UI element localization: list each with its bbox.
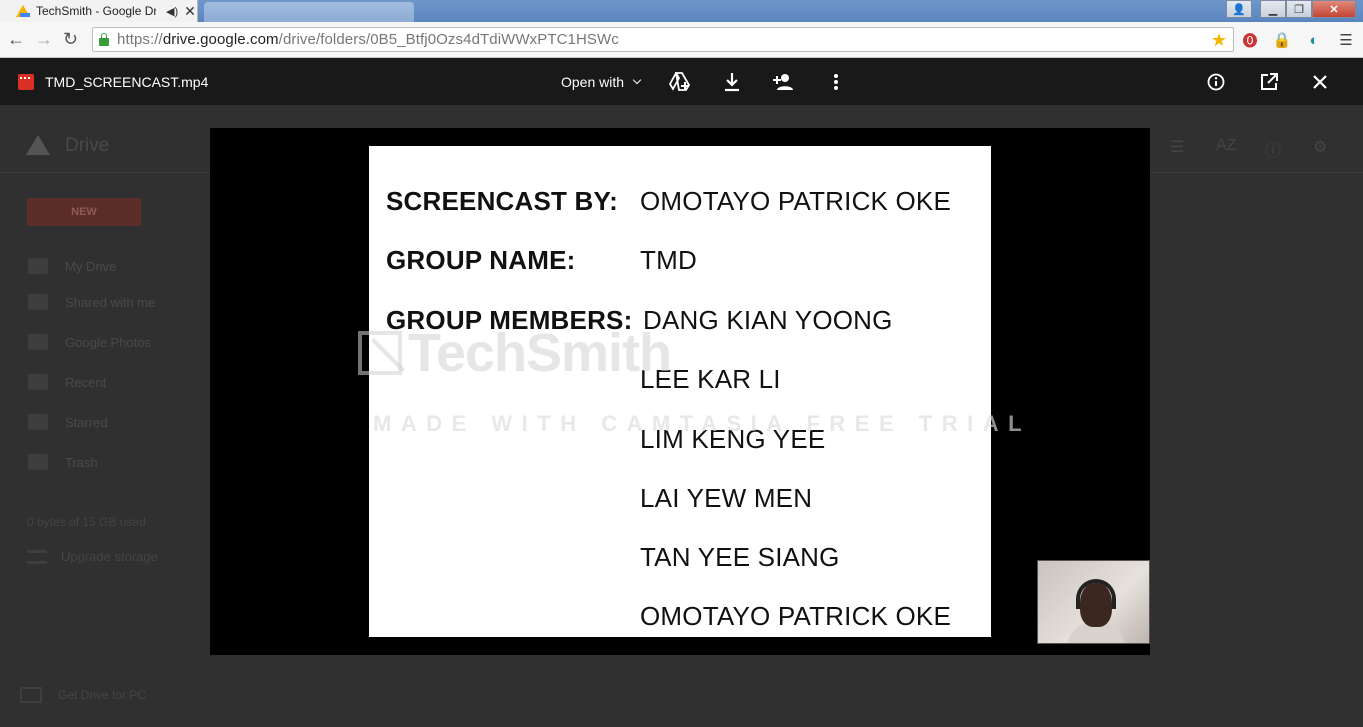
sidebar-item-recent[interactable]: Recent: [28, 374, 106, 390]
window-close-button[interactable]: ✕: [1312, 0, 1356, 18]
share-icon[interactable]: [772, 71, 796, 93]
add-to-drive-icon[interactable]: [668, 71, 692, 93]
member-name: TAN YEE SIANG: [640, 542, 840, 572]
open-new-window-icon[interactable]: [1257, 71, 1281, 93]
camtasia-watermark-text: MADE WITH CAMTASIA FREE TRIAL: [373, 411, 1032, 436]
user-profile-icon[interactable]: 👤: [1226, 0, 1252, 18]
video-frame-slide: SCREENCAST BY: OMOTAYO PATRICK OKE GROUP…: [369, 146, 991, 637]
screencast-label: SCREENCAST BY:: [386, 186, 619, 216]
sidebar-item-photos[interactable]: Google Photos: [28, 334, 151, 350]
sort-az-icon[interactable]: AZ: [1216, 137, 1236, 155]
screencast-value: OMOTAYO PATRICK OKE: [640, 186, 952, 216]
extension-icon-3[interactable]: ◐: [1304, 31, 1324, 49]
sidebar-item-my-drive[interactable]: My Drive: [28, 258, 116, 274]
address-bar[interactable]: https://drive.google.com/drive/folders/0…: [92, 27, 1234, 52]
download-icon[interactable]: [720, 71, 744, 93]
sidebar-item-trash[interactable]: Trash: [28, 454, 98, 470]
bookmark-star-icon[interactable]: ★: [1211, 30, 1227, 51]
group-name-value: TMD: [640, 245, 697, 275]
techsmith-logo-icon: [358, 331, 402, 375]
back-arrow-icon[interactable]: ←: [7, 30, 25, 48]
trash-icon: [28, 454, 48, 470]
settings-gear-icon[interactable]: ⚙: [1313, 137, 1327, 157]
drive-title: Drive: [65, 135, 110, 156]
star-icon: [28, 414, 48, 430]
storage-icon: [27, 549, 47, 564]
reload-icon[interactable]: ↻: [63, 30, 78, 48]
list-view-icon[interactable]: ☰: [1170, 137, 1184, 157]
video-player[interactable]: SCREENCAST BY: OMOTAYO PATRICK OKE GROUP…: [210, 128, 1150, 655]
window-controls: 👤 ▁ ❐ ✕: [1226, 0, 1356, 18]
maximize-button[interactable]: ❐: [1286, 0, 1312, 18]
member-name: OMOTAYO PATRICK OKE: [640, 601, 952, 631]
more-vert-icon[interactable]: [824, 71, 848, 93]
speaker-icon[interactable]: ◀): [166, 5, 178, 18]
lock-icon: [99, 32, 109, 46]
group-name-label: GROUP NAME:: [386, 245, 576, 275]
headset-icon: [1076, 579, 1116, 609]
new-button[interactable]: NEW: [27, 198, 141, 226]
people-icon: [28, 294, 48, 310]
extension-icon-2[interactable]: 🔒: [1272, 31, 1292, 49]
member-name: LAI YEW MEN: [640, 483, 813, 513]
info-icon[interactable]: [1204, 71, 1228, 93]
minimize-button[interactable]: ▁: [1260, 0, 1286, 18]
file-name: TMD_SCREENCAST.mp4: [45, 74, 209, 90]
browser-toolbar: ← → ↻ https://drive.google.com/drive/fol…: [0, 22, 1363, 58]
upgrade-storage-link[interactable]: Upgrade storage: [27, 549, 158, 564]
browser-tab-active[interactable]: TechSmith - Google Dr ◀) ✕: [0, 0, 198, 22]
folder-icon: [28, 258, 48, 274]
close-viewer-icon[interactable]: [1308, 71, 1332, 93]
webcam-overlay: [1037, 560, 1150, 644]
get-drive-link[interactable]: Get Drive for PC: [20, 687, 146, 703]
photos-icon: [28, 334, 48, 350]
chrome-menu-icon[interactable]: ☰: [1336, 31, 1356, 49]
extension-icon-1[interactable]: ⓿: [1240, 31, 1260, 50]
google-drive-favicon-icon: [16, 5, 30, 17]
details-info-icon[interactable]: ⓘ: [1265, 137, 1281, 161]
sidebar-item-shared[interactable]: Shared with me: [28, 294, 155, 310]
tab-title: TechSmith - Google Dr: [36, 4, 156, 18]
techsmith-watermark: TechSmith: [358, 323, 688, 383]
drive-logo-icon: [26, 135, 50, 155]
video-file-icon: [18, 74, 34, 90]
open-with-button[interactable]: Open with: [561, 74, 642, 90]
sidebar-item-starred[interactable]: Starred: [28, 414, 108, 430]
url-text: https://drive.google.com/drive/folders/0…: [117, 31, 619, 48]
browser-tab-inactive[interactable]: [204, 2, 414, 22]
clock-icon: [28, 374, 48, 390]
browser-titlebar: TechSmith - Google Dr ◀) ✕ 👤 ▁ ❐ ✕: [0, 0, 1363, 22]
tab-close-icon[interactable]: ✕: [184, 3, 196, 20]
storage-quota: 0 bytes of 15 GB used: [27, 515, 146, 529]
monitor-icon: [20, 687, 42, 703]
chevron-down-icon: [632, 75, 642, 85]
forward-arrow-icon[interactable]: →: [35, 30, 53, 48]
